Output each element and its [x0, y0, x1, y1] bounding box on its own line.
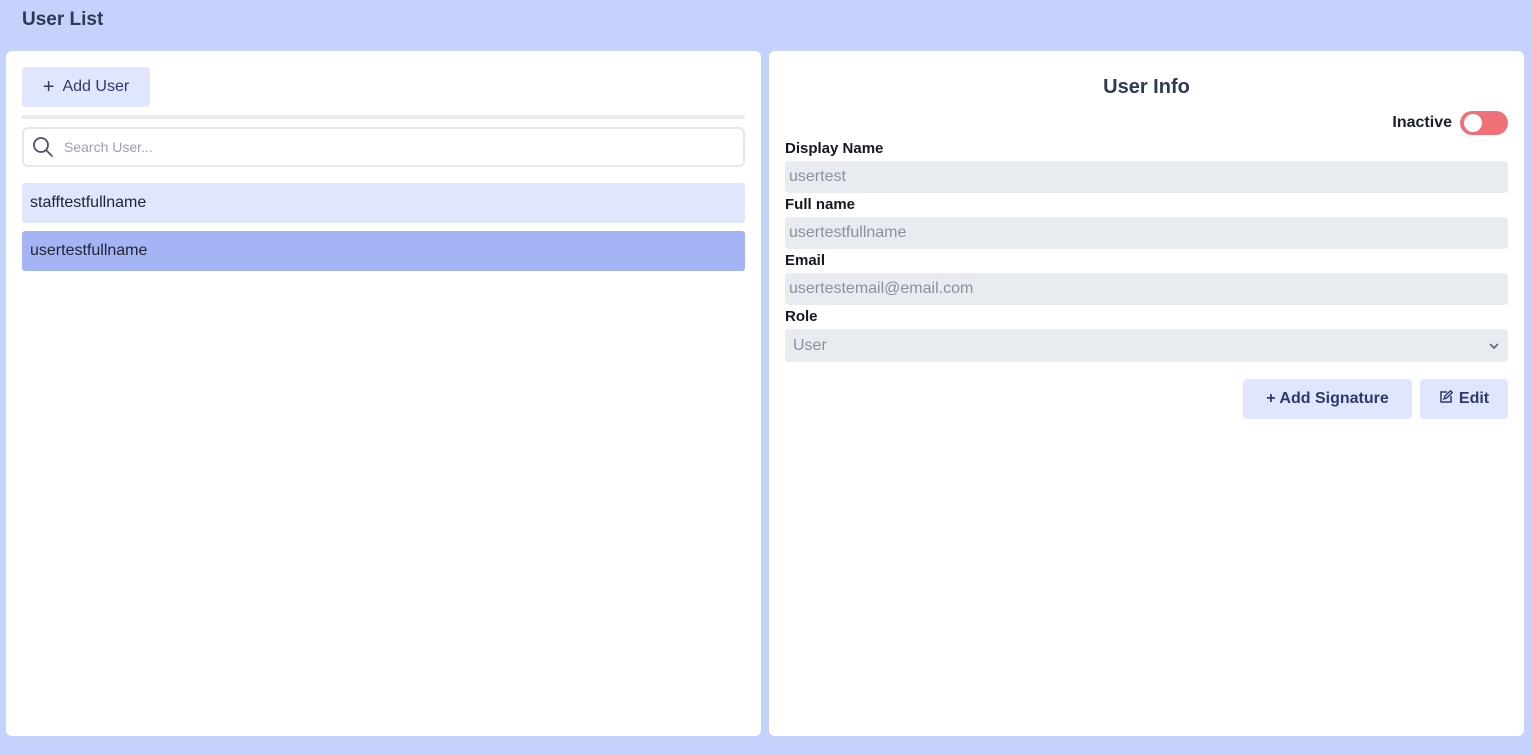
active-toggle[interactable] [1460, 111, 1508, 135]
list-item[interactable]: stafftestfullname [22, 183, 745, 223]
email-label: Email [785, 252, 826, 269]
user-list: stafftestfullname usertestfullname [22, 183, 745, 279]
form-actions: + Add Signature Edit [1243, 379, 1508, 419]
user-name: usertestfullname [30, 242, 148, 259]
toggle-knob [1464, 114, 1482, 132]
role-label: Role [785, 308, 818, 325]
edit-label: Edit [1458, 390, 1490, 407]
full-name-field[interactable] [785, 217, 1508, 249]
list-item[interactable]: usertestfullname [22, 231, 745, 271]
add-signature-label: + Add Signature [1266, 390, 1389, 407]
chevron-down-icon [1488, 337, 1500, 355]
user-info-title: User Info [1103, 76, 1190, 98]
display-name-field[interactable] [785, 161, 1508, 193]
edit-button[interactable]: Edit [1420, 379, 1508, 419]
add-signature-button[interactable]: + Add Signature [1243, 379, 1412, 419]
search-input[interactable] [64, 139, 724, 155]
add-user-label: Add User [62, 78, 130, 95]
plus-icon: + [42, 76, 55, 98]
status-control: Inactive [1392, 111, 1508, 135]
search-box [22, 127, 745, 167]
user-info-panel: User Info Inactive Display Name Full nam… [769, 51, 1524, 736]
role-select[interactable]: User [785, 329, 1508, 362]
full-name-label: Full name [785, 196, 856, 213]
edit-icon [1439, 389, 1454, 409]
divider [22, 115, 745, 119]
add-user-button[interactable]: + Add User [22, 67, 150, 107]
user-list-panel: + Add User stafftestfullname usertestful… [6, 51, 761, 736]
user-name: stafftestfullname [30, 194, 147, 211]
status-label: Inactive [1392, 114, 1452, 131]
page-title: User List [22, 9, 104, 30]
user-form: Display Name Full name Email Role User [785, 139, 1508, 362]
search-icon [26, 129, 60, 165]
email-field[interactable] [785, 273, 1508, 305]
display-name-label: Display Name [785, 140, 884, 157]
role-value: User [793, 336, 827, 354]
